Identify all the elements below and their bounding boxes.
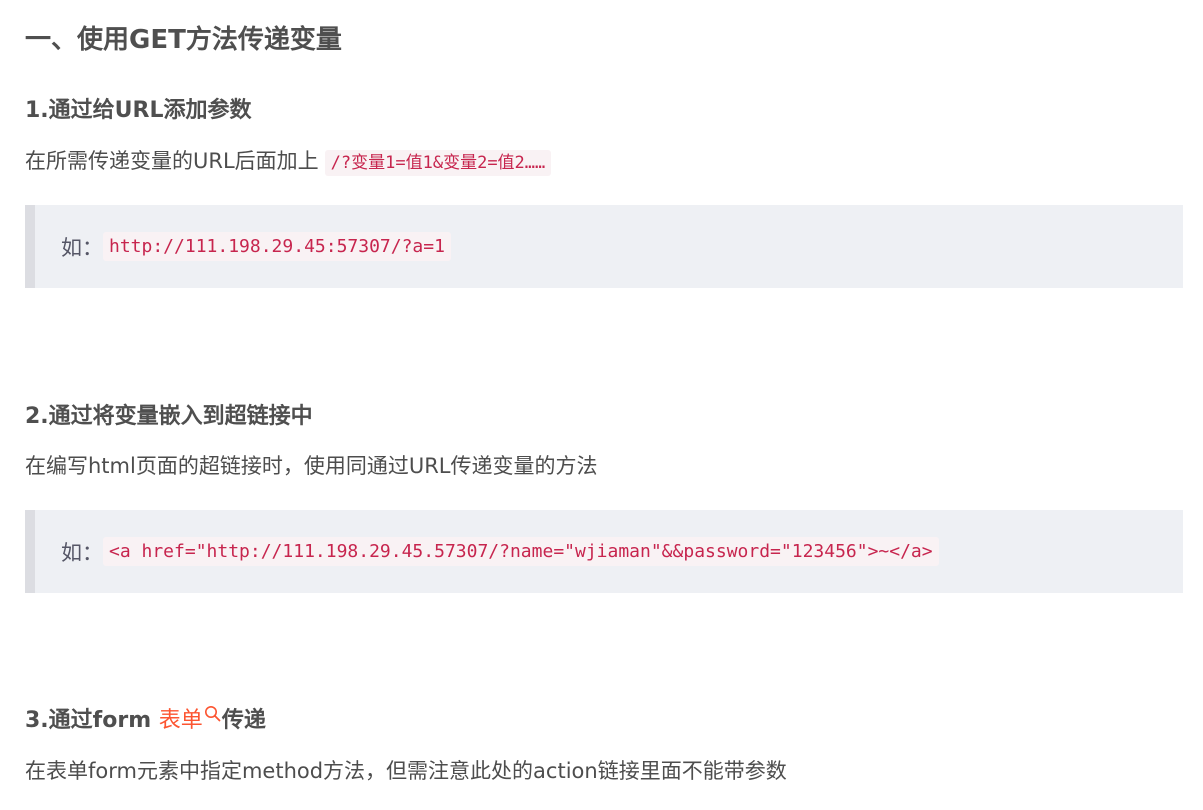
keyword-search-link[interactable]: 表单	[158, 706, 222, 733]
subsection-title-3-prefix: 3.通过form	[25, 708, 159, 733]
example-blockquote-2: 如： <a href="http://111.198.29.45.57307/?n…	[25, 510, 1183, 593]
subsection-title-3: 3.通过form 表单 传递	[25, 706, 266, 736]
example-label-2: 如：	[61, 540, 103, 565]
subsection-title-1: 1.通过给URL添加参数	[25, 98, 252, 123]
example-code-2: <a href="http://111.198.29.45.57307/?nam…	[103, 537, 939, 566]
example-label-1: 如：	[61, 235, 103, 260]
example-blockquote-1: 如： http://111.198.29.45:57307/?a=1	[25, 205, 1183, 288]
paragraph-1-text: 在所需传递变量的URL后面加上	[25, 149, 319, 173]
keyword-search-link-label: 表单	[158, 708, 203, 733]
search-icon	[204, 702, 222, 732]
paragraph-1: 在所需传递变量的URL后面加上/?变量1=值1&变量2=值2……	[25, 146, 552, 178]
paragraph-3: 在表单form元素中指定method方法，但需注意此处的action链接里面不能…	[25, 759, 787, 783]
subsection-title-3-suffix: 传递	[221, 708, 266, 733]
paragraph-2: 在编写html页面的超链接时，使用同通过URL传递变量的方法	[25, 454, 598, 478]
example-code-1: http://111.198.29.45:57307/?a=1	[103, 232, 451, 261]
subsection-title-2: 2.通过将变量嵌入到超链接中	[25, 404, 313, 429]
section-heading: 一、使用GET方法传递变量	[25, 25, 342, 55]
inline-code-1: /?变量1=值1&变量2=值2……	[324, 150, 552, 176]
